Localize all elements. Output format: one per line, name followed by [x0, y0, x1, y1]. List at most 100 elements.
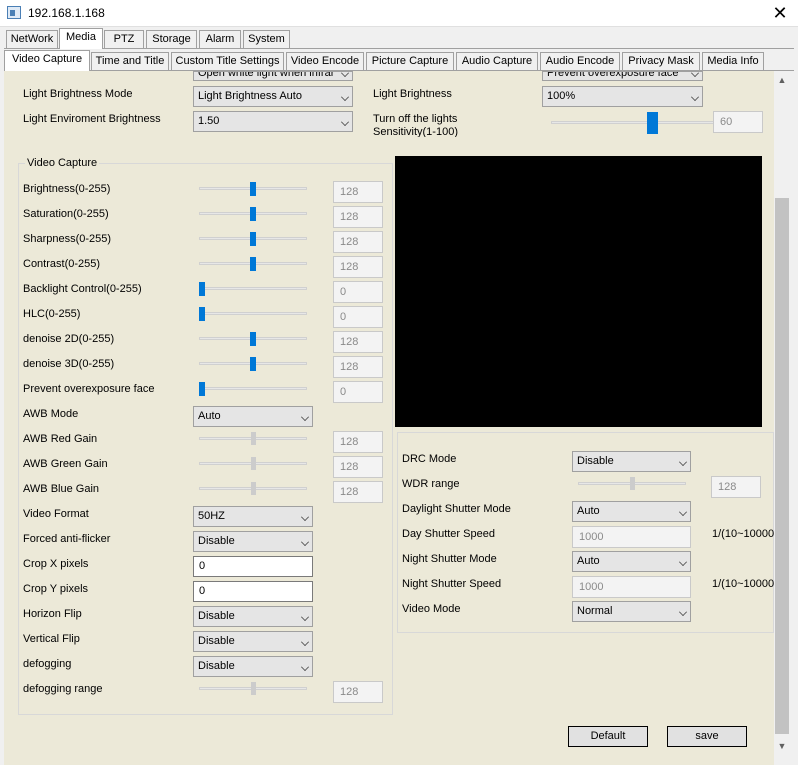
chevron-down-icon: [301, 613, 309, 621]
night-shutter-speed-input[interactable]: 1000: [572, 576, 691, 598]
tab-ptz[interactable]: PTZ: [104, 30, 144, 48]
slider-thumb[interactable]: [251, 682, 256, 695]
chevron-down-icon: [301, 413, 309, 421]
wdr-range-label: WDR range: [402, 478, 460, 490]
night-shutter-mode-select[interactable]: Auto: [572, 551, 691, 572]
slider-thumb[interactable]: [250, 182, 256, 196]
tab-audio-capture[interactable]: Audio Capture: [456, 52, 538, 70]
day-shutter-range-label: 1/(10~10000: [712, 528, 775, 540]
scrollbar-thumb[interactable]: [775, 198, 789, 734]
save-button[interactable]: save: [667, 726, 747, 747]
crop-x-label: Crop X pixels: [23, 558, 89, 570]
main-tab-divider: [4, 48, 794, 49]
tab-alarm[interactable]: Alarm: [199, 30, 241, 48]
light-env-brightness-label: Light Enviroment Brightness: [23, 113, 161, 125]
value-slider[interactable]: [199, 379, 307, 399]
drc-mode-value: Disable: [577, 455, 614, 467]
slider-thumb[interactable]: [250, 357, 256, 371]
defogging-select[interactable]: Disable: [193, 656, 313, 677]
value-slider[interactable]: [199, 179, 307, 199]
close-icon[interactable]: ✕: [770, 4, 790, 24]
slider-value-box: 128: [333, 431, 383, 453]
day-shutter-speed-input[interactable]: 1000: [572, 526, 691, 548]
slider-thumb[interactable]: [250, 207, 256, 221]
slider-thumb[interactable]: [250, 332, 256, 346]
chevron-down-icon: [341, 118, 349, 126]
chevron-down-icon: [691, 72, 699, 77]
crop-y-input[interactable]: 0: [193, 581, 313, 602]
slider-thumb[interactable]: [250, 257, 256, 271]
scroll-down-arrow-icon[interactable]: ▼: [774, 738, 790, 754]
light-brightness-select[interactable]: 100%: [542, 86, 703, 107]
slider-thumb[interactable]: [199, 307, 205, 321]
exposure-mode-select[interactable]: Prevent overexposure face: [542, 71, 703, 81]
tab-audio-encode[interactable]: Audio Encode: [540, 52, 620, 70]
horizon-flip-label: Horizon Flip: [23, 608, 82, 620]
slider-label: AWB Blue Gain: [23, 483, 100, 495]
tab-media-info[interactable]: Media Info: [702, 52, 764, 70]
tab-system[interactable]: System: [243, 30, 290, 48]
defogging-range-value: 128: [333, 681, 383, 703]
white-light-mode-select[interactable]: Open white light when infrar: [193, 71, 353, 81]
chevron-down-icon: [679, 508, 687, 516]
tab-time-and-title[interactable]: Time and Title: [91, 52, 169, 70]
tab-network[interactable]: NetWork: [6, 30, 58, 48]
crop-x-input[interactable]: 0: [193, 556, 313, 577]
tab-media[interactable]: Media: [59, 28, 103, 49]
tab-video-capture[interactable]: Video Capture: [4, 50, 90, 71]
wdr-range-slider[interactable]: [578, 474, 686, 494]
video-format-select[interactable]: 50HZ: [193, 506, 313, 527]
vertical-flip-select[interactable]: Disable: [193, 631, 313, 652]
value-slider[interactable]: [199, 454, 307, 474]
value-slider[interactable]: [199, 229, 307, 249]
tab-picture-capture[interactable]: Picture Capture: [366, 52, 454, 70]
light-brightness-mode-select[interactable]: Light Brightness Auto: [193, 86, 353, 107]
tab-storage[interactable]: Storage: [146, 30, 197, 48]
slider-thumb[interactable]: [630, 477, 635, 490]
exposure-mode-value: Prevent overexposure face: [547, 71, 679, 79]
value-slider[interactable]: [199, 279, 307, 299]
defogging-value: Disable: [198, 660, 235, 672]
slider-thumb[interactable]: [199, 282, 205, 296]
value-slider[interactable]: [199, 329, 307, 349]
awb-mode-value: Auto: [198, 410, 221, 422]
value-slider[interactable]: [199, 429, 307, 449]
horizon-flip-select[interactable]: Disable: [193, 606, 313, 627]
video-mode-select[interactable]: Normal: [572, 601, 691, 622]
scroll-up-arrow-icon[interactable]: ▲: [774, 72, 790, 88]
value-slider[interactable]: [199, 354, 307, 374]
daylight-shutter-mode-select[interactable]: Auto: [572, 501, 691, 522]
tab-privacy-mask[interactable]: Privacy Mask: [622, 52, 700, 70]
tab-video-encode[interactable]: Video Encode: [286, 52, 364, 70]
turn-off-sensitivity-label: Sensitivity(1-100): [373, 126, 458, 137]
defogging-range-slider[interactable]: [199, 679, 307, 699]
turn-off-sensitivity-slider[interactable]: [551, 112, 721, 134]
value-slider[interactable]: [199, 479, 307, 499]
tab-custom-title-settings[interactable]: Custom Title Settings: [171, 52, 284, 70]
slider-thumb[interactable]: [647, 112, 659, 134]
slider-label: Backlight Control(0-255): [23, 283, 142, 295]
awb-mode-label: AWB Mode: [23, 408, 79, 420]
slider-thumb[interactable]: [251, 482, 256, 495]
turn-off-lights-label: Turn off the lights: [373, 113, 458, 125]
slider-thumb[interactable]: [251, 457, 256, 470]
value-slider[interactable]: [199, 204, 307, 224]
light-brightness-mode-value: Light Brightness Auto: [198, 90, 302, 102]
light-env-brightness-select[interactable]: 1.50: [193, 111, 353, 132]
slider-thumb[interactable]: [251, 432, 256, 445]
turn-off-sensitivity-value: 60: [713, 111, 763, 133]
slider-label: AWB Green Gain: [23, 458, 108, 470]
default-button[interactable]: Default: [568, 726, 648, 747]
value-slider[interactable]: [199, 304, 307, 324]
value-slider[interactable]: [199, 254, 307, 274]
crop-y-label: Crop Y pixels: [23, 583, 89, 595]
slider-thumb[interactable]: [199, 382, 205, 396]
slider-label: Prevent overexposure face: [23, 383, 155, 395]
slider-label: denoise 3D(0-255): [23, 358, 115, 370]
anti-flicker-select[interactable]: Disable: [193, 531, 313, 552]
slider-value-box: 128: [333, 331, 383, 353]
night-shutter-mode-label: Night Shutter Mode: [402, 553, 497, 565]
awb-mode-select[interactable]: Auto: [193, 406, 313, 427]
drc-mode-select[interactable]: Disable: [572, 451, 691, 472]
slider-thumb[interactable]: [250, 232, 256, 246]
